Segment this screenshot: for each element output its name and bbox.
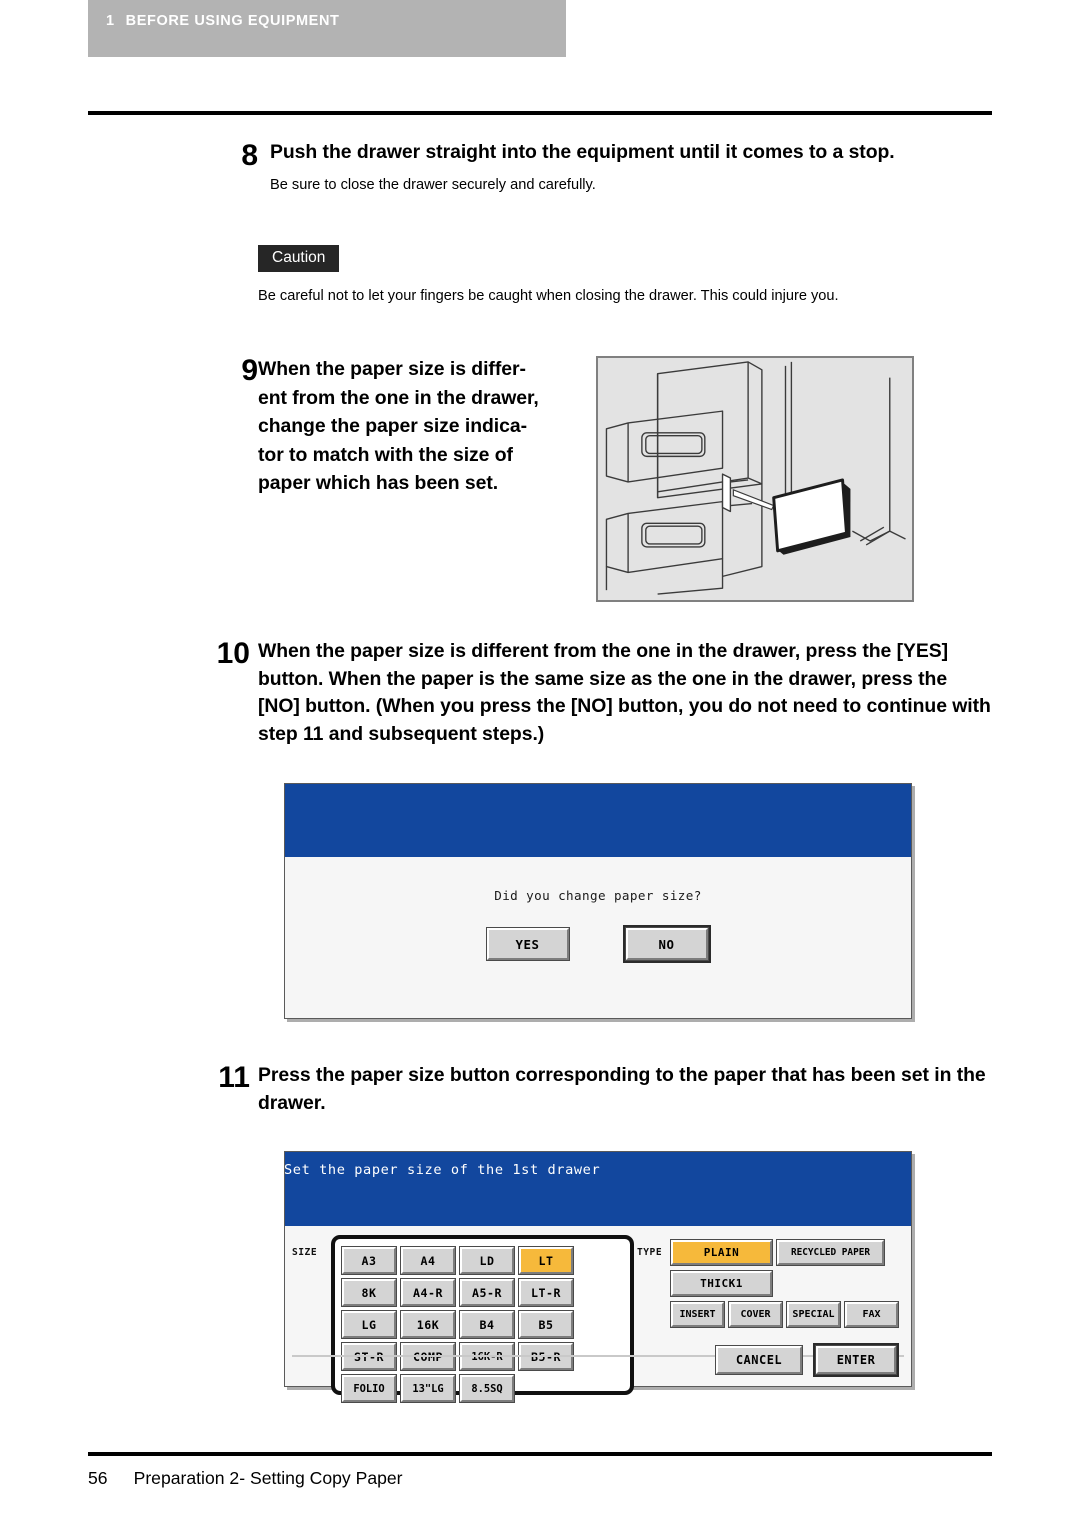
step-11-number: 11 <box>218 1061 250 1094</box>
size-button-8-5sq[interactable]: 8.5SQ <box>459 1374 515 1403</box>
type-button-row-2: THICK1 <box>670 1270 903 1297</box>
type-button-special[interactable]: SPECIAL <box>786 1301 841 1328</box>
size-button-folio[interactable]: FOLIO <box>341 1374 397 1403</box>
size-group-label: SIZE <box>292 1247 318 1258</box>
type-button-recycled-paper[interactable]: RECYCLED PAPER <box>776 1239 885 1266</box>
step-9-number: 9 <box>241 354 258 387</box>
step-11-heading: Press the paper size button correspondin… <box>258 1064 986 1114</box>
header-divider <box>88 111 992 115</box>
step-8-subtext: Be sure to close the drawer securely and… <box>270 176 596 193</box>
type-button-row-3: INSERT COVER SPECIAL FAX <box>670 1301 903 1328</box>
paper-size-footer-buttons: CANCEL ENTER <box>715 1345 898 1375</box>
size-button-8k[interactable]: 8K <box>341 1278 397 1307</box>
no-button[interactable]: NO <box>624 927 709 961</box>
confirm-title-bar <box>285 784 911 857</box>
type-button-cover[interactable]: COVER <box>728 1301 783 1328</box>
step-8-heading: Push the drawer straight into the equipm… <box>270 141 895 163</box>
type-button-group: PLAIN RECYCLED PAPER THICK1 INSERT COVER… <box>670 1239 903 1333</box>
size-button-lg[interactable]: LG <box>341 1310 397 1339</box>
yes-button[interactable]: YES <box>485 927 570 961</box>
drawer-indicator-illustration <box>596 356 914 602</box>
type-button-fax[interactable]: FAX <box>844 1301 899 1328</box>
size-button-b4[interactable]: B4 <box>459 1310 515 1339</box>
size-button-b5[interactable]: B5 <box>518 1310 574 1339</box>
footer-divider <box>88 1452 992 1456</box>
step-9-heading: When the paper size is differ- ent from … <box>258 358 539 494</box>
step-10-number: 10 <box>216 637 250 670</box>
step-8-number: 8 <box>241 139 258 172</box>
running-head-text: 1 BEFORE USING EQUIPMENT <box>106 13 339 29</box>
step-10: 10 When the paper size is different from… <box>192 638 992 748</box>
size-button-a5-r[interactable]: A5-R <box>459 1278 515 1307</box>
type-button-row-1: PLAIN RECYCLED PAPER <box>670 1239 903 1266</box>
step-10-heading: When the paper size is different from th… <box>258 640 991 745</box>
caution-badge: Caution <box>258 245 340 272</box>
page-number: 56 <box>88 1468 108 1488</box>
step-11: 11 Press the paper size button correspon… <box>192 1062 992 1117</box>
chapter-number: 1 <box>106 13 115 29</box>
type-button-thick1[interactable]: THICK1 <box>670 1270 773 1297</box>
size-button-lt-r[interactable]: LT-R <box>518 1278 574 1307</box>
paper-size-confirm-screen: Did you change paper size? YES NO <box>284 783 912 1019</box>
caution-text: Be careful not to let your fingers be ca… <box>258 288 839 304</box>
enter-button[interactable]: ENTER <box>815 1345 897 1375</box>
size-button-a4[interactable]: A4 <box>400 1246 456 1275</box>
confirm-message: Did you change paper size? <box>494 888 702 903</box>
paper-size-title-text: Set the paper size of the 1st drawer <box>284 1162 601 1178</box>
size-button-ld[interactable]: LD <box>459 1246 515 1275</box>
footer-section-title: Preparation 2- Setting Copy Paper <box>133 1468 403 1488</box>
size-button-grid: A3A4LDLT8KA4-RA5-RLT-RLG16KB4B5ST-RCOMP1… <box>341 1246 630 1403</box>
paper-size-title-bar: Set the paper size of the 1st drawer <box>284 1152 911 1226</box>
cancel-button[interactable]: CANCEL <box>715 1345 803 1375</box>
size-button-a3[interactable]: A3 <box>341 1246 397 1275</box>
paper-size-setting-screen: Set the paper size of the 1st drawer SIZ… <box>284 1151 912 1403</box>
chapter-title: BEFORE USING EQUIPMENT <box>125 13 340 29</box>
type-button-plain[interactable]: PLAIN <box>670 1239 773 1266</box>
running-head-band: 1 BEFORE USING EQUIPMENT <box>88 0 566 57</box>
size-button-lt[interactable]: LT <box>518 1246 574 1275</box>
confirm-button-row: YES NO <box>285 927 911 961</box>
size-button-13-lg[interactable]: 13"LG <box>400 1374 456 1403</box>
type-button-insert[interactable]: INSERT <box>670 1301 725 1328</box>
step-8: 8 Push the drawer straight into the equi… <box>200 140 980 196</box>
size-button-a4-r[interactable]: A4-R <box>400 1278 456 1307</box>
size-button-group: A3A4LDLT8KA4-RA5-RLT-RLG16KB4B5ST-RCOMP1… <box>331 1235 634 1403</box>
type-group-label: TYPE <box>637 1247 663 1258</box>
step-9: 9 When the paper size is differ- ent fro… <box>200 355 580 498</box>
size-button-16k[interactable]: 16K <box>400 1310 456 1339</box>
page-footer: 56 Preparation 2- Setting Copy Paper <box>88 1468 403 1489</box>
